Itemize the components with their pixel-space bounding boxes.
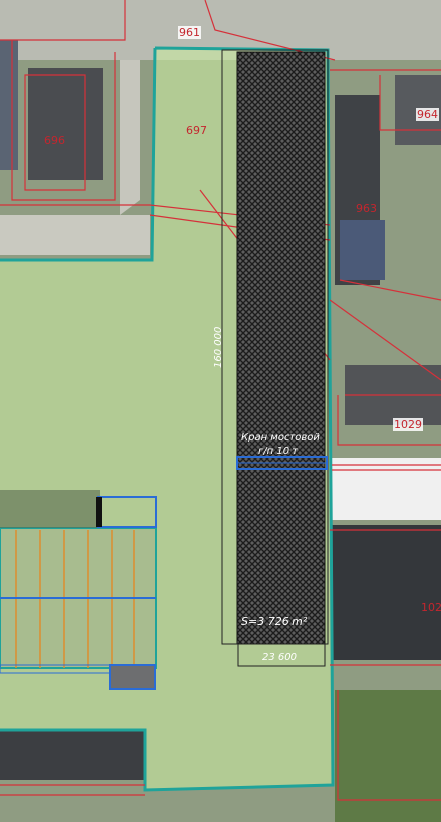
crane-block-bottom: [109, 664, 156, 690]
parcel-label-102: 102: [421, 601, 441, 614]
crane-block-top-dark: [96, 497, 102, 527]
building-footprint: [236, 51, 326, 645]
crane-label-line2: г/п 10 т: [258, 446, 299, 457]
building-left-696: [28, 68, 103, 180]
workshop-strip: [0, 490, 100, 528]
building-right-3: [340, 220, 385, 280]
parcel-label-1029: 1029: [393, 418, 423, 431]
green-bottom-right: [335, 690, 441, 822]
parcel-label-963: 963: [356, 202, 377, 215]
parcel-label-964: 964: [416, 108, 439, 121]
road-curve: [120, 60, 140, 215]
building-left-bottom: [0, 730, 145, 780]
area-label: S=3 726 m²: [241, 615, 308, 628]
parcel-label-697: 697: [186, 124, 207, 137]
road-horizontal: [0, 215, 150, 255]
parcel-label-696: 696: [44, 134, 65, 147]
width-dimension-label: 23 600: [262, 652, 297, 663]
parcel-label-961: 961: [178, 26, 201, 39]
length-dimension-label: 160 000: [213, 326, 224, 368]
building-left-top: [0, 40, 18, 170]
crane-label-line1: Кран мостовой: [241, 432, 320, 443]
building-right-white: [332, 458, 441, 520]
site-plan-map: [0, 0, 441, 822]
building-right-5: [332, 525, 441, 660]
